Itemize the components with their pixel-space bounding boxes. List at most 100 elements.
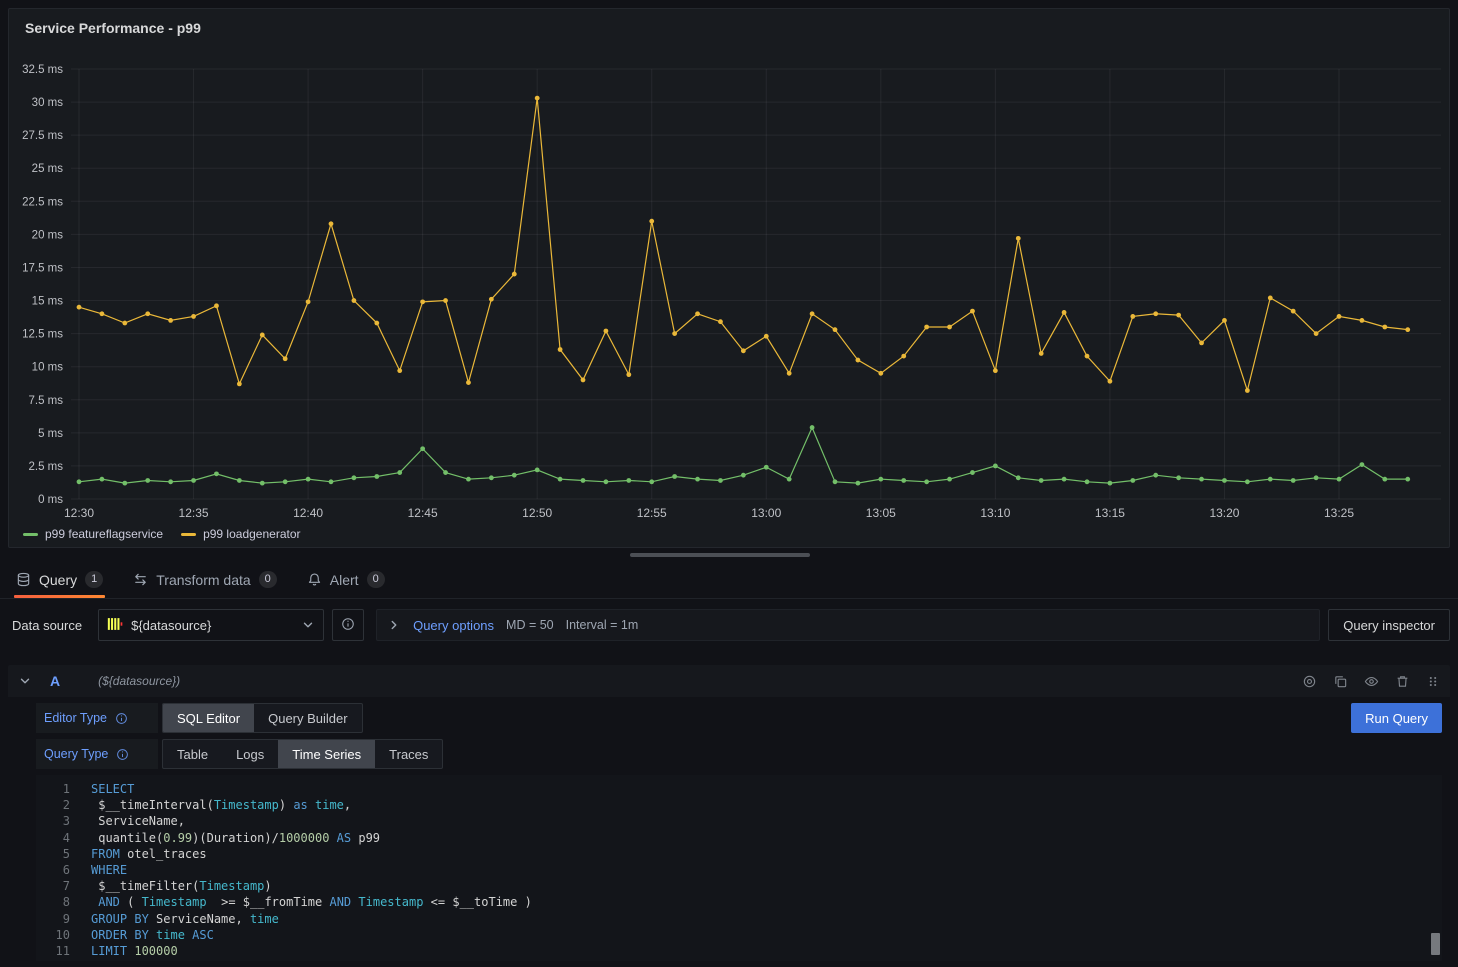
line-number: 3 [36,813,70,829]
tab-alert[interactable]: Alert 0 [305,561,387,598]
editor-scrollbar-thumb[interactable] [1431,933,1440,955]
svg-text:12:35: 12:35 [179,506,209,520]
datasource-picker[interactable]: ${datasource} [98,609,324,641]
editor-type-switch: SQL Editor Query Builder [162,703,363,733]
svg-text:10 ms: 10 ms [32,362,64,374]
svg-text:12:45: 12:45 [408,506,438,520]
line-number: 11 [36,943,70,959]
legend-item[interactable]: p99 loadgenerator [181,527,300,541]
code-line: 11LIMIT 100000 [36,943,1442,959]
sql-editor[interactable]: 1SELECT2 $__timeInterval(Timestamp) as t… [36,775,1442,961]
line-number: 5 [36,846,70,862]
svg-text:15 ms: 15 ms [32,296,64,308]
query-inspector-button[interactable]: Query inspector [1328,609,1450,641]
editor-type-option-sql-editor[interactable]: SQL Editor [163,704,254,732]
tab-label: Alert [330,572,359,588]
timeseries-plot[interactable]: 0 ms2.5 ms5 ms7.5 ms10 ms12.5 ms15 ms17.… [9,39,1449,525]
editor-type-option-query-builder[interactable]: Query Builder [254,704,361,732]
svg-text:12:55: 12:55 [637,506,667,520]
legend-swatch [23,533,38,536]
query-type-option-traces[interactable]: Traces [375,740,442,768]
svg-text:13:15: 13:15 [1095,506,1125,520]
query-ref-id: A [50,673,60,689]
svg-text:22.5 ms: 22.5 ms [22,196,63,208]
query-options-toggle[interactable]: Query options MD = 50 Interval = 1m [376,609,1320,641]
query-actions [1302,674,1440,689]
code-line: 7 $__timeFilter(Timestamp) [36,878,1442,894]
line-number: 2 [36,797,70,813]
scrollbar-thumb[interactable] [630,553,810,557]
circle-icon[interactable] [1302,674,1317,689]
line-number: 6 [36,862,70,878]
line-number: 8 [36,894,70,910]
tab-label: Query [39,572,77,588]
svg-text:0 ms: 0 ms [38,494,63,506]
database-icon [16,572,31,587]
copy-icon[interactable] [1333,674,1348,689]
info-circle-icon [341,617,355,634]
code-line: 10ORDER BY time ASC [36,927,1442,943]
code-line: 6WHERE [36,862,1442,878]
info-circle-icon[interactable] [115,712,128,725]
code-line: 2 $__timeInterval(Timestamp) as time, [36,797,1442,813]
code-line: 9GROUP BY ServiceName, time [36,911,1442,927]
datasource-bar: Data source ${datasource} Query options … [8,609,1450,641]
query-type-label: Query Type [36,739,158,769]
run-query-button[interactable]: Run Query [1351,703,1442,733]
trash-icon[interactable] [1395,674,1410,689]
panel-title[interactable]: Service Performance - p99 [25,20,201,36]
svg-text:13:25: 13:25 [1324,506,1354,520]
eye-icon[interactable] [1364,674,1379,689]
legend-item[interactable]: p99 featureflagservice [23,527,163,541]
drag-handle-icon[interactable] [1426,674,1440,689]
svg-text:17.5 ms: 17.5 ms [22,262,63,274]
tab-label: Transform data [156,572,250,588]
datasource-label: Data source [8,618,90,633]
line-number: 9 [36,911,70,927]
editor-type-label-text: Editor Type [44,711,107,725]
svg-text:13:05: 13:05 [866,506,896,520]
line-number: 1 [36,781,70,797]
line-number: 7 [36,878,70,894]
tab-count-badge: 1 [85,571,103,588]
chevron-down-icon[interactable] [18,674,32,688]
svg-text:32.5 ms: 32.5 ms [22,64,63,76]
svg-text:13:00: 13:00 [751,506,781,520]
code-line: 5FROM otel_traces [36,846,1442,862]
grafana-panel-editor: Service Performance - p99 0 ms2.5 ms5 ms… [0,8,1458,961]
code-line: 4 quantile(0.99)(Duration)/1000000 AS p9… [36,830,1442,846]
svg-text:30 ms: 30 ms [32,97,64,109]
tab-query[interactable]: Query 1 [14,561,105,598]
query-type-option-logs[interactable]: Logs [222,740,278,768]
chevron-down-icon [301,618,315,632]
query-type-option-time-series[interactable]: Time Series [278,740,375,768]
svg-text:20 ms: 20 ms [32,229,64,241]
query-options-label: Query options [413,618,494,633]
line-number: 10 [36,927,70,943]
query-datasource-hint: (${datasource}) [98,674,180,688]
svg-text:12.5 ms: 12.5 ms [22,329,63,341]
horizontal-scrollbar [0,548,1458,561]
interval-value: Interval = 1m [566,618,639,632]
editor-type-row: Editor Type SQL Editor Query Builder Run… [36,703,1442,733]
code-line: 8 AND ( Timestamp >= $__fromTime AND Tim… [36,894,1442,910]
legend-label: p99 loadgenerator [203,527,300,541]
query-type-label-text: Query Type [44,747,108,761]
svg-text:5 ms: 5 ms [38,428,63,440]
tab-transform-data[interactable]: Transform data 0 [131,561,279,598]
datasource-help-button[interactable] [332,609,364,641]
svg-text:13:10: 13:10 [980,506,1010,520]
query-type-option-table[interactable]: Table [163,740,222,768]
info-circle-icon[interactable] [116,748,129,761]
datasource-value: ${datasource} [131,618,211,633]
svg-text:7.5 ms: 7.5 ms [28,395,63,407]
svg-text:12:50: 12:50 [522,506,552,520]
sql-code: 1SELECT2 $__timeInterval(Timestamp) as t… [36,781,1442,959]
query-editor-row: A (${datasource}) [8,665,1450,961]
code-line: 3 ServiceName, [36,813,1442,829]
datasource-logo-icon [107,617,123,634]
line-number: 4 [36,830,70,846]
tab-count-badge: 0 [259,571,277,588]
legend-swatch [181,533,196,536]
svg-text:13:20: 13:20 [1209,506,1239,520]
